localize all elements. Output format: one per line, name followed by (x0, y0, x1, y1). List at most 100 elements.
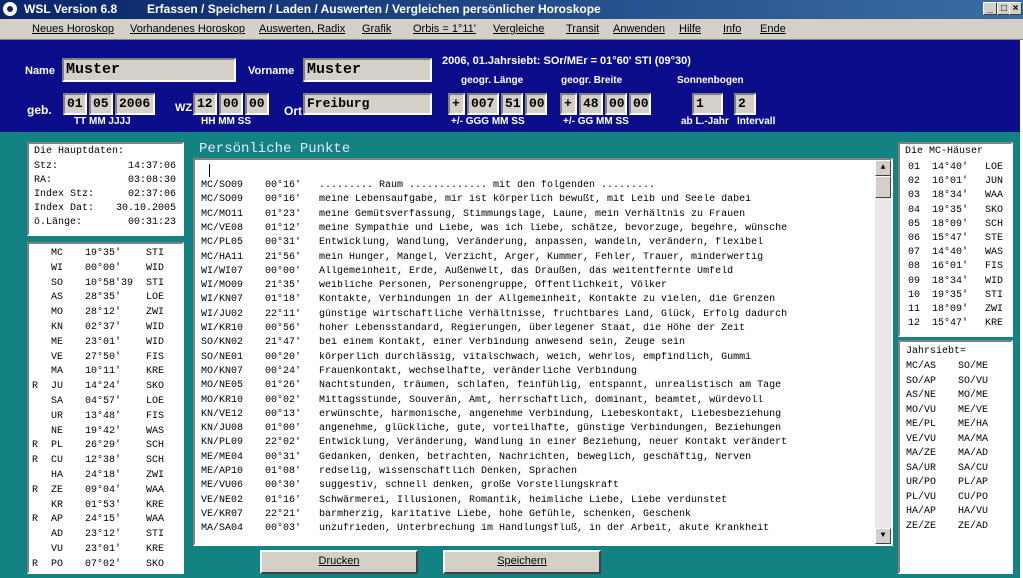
list-item[interactable]: KN/VE12 00°13' erwünschte, harmonische, an… (195, 409, 873, 422)
planet-name: AS (51, 292, 64, 304)
planet-degree: 10°58'39 (85, 277, 134, 289)
point-interpretation: meine Gemütsverfassung, Stimmungslage, L… (319, 208, 746, 220)
planet-degree: 04°57' (85, 396, 122, 407)
menu-hilfe[interactable]: Hilfe (679, 19, 701, 39)
list-item[interactable]: KN/PL09 22°02' Entwicklung, Veränderung, W… (195, 437, 873, 450)
house-number: 03 (908, 190, 921, 202)
sonnenbogen-intervall-field[interactable]: 2 (734, 93, 756, 115)
hauptdaten-label: Index Dat: (34, 203, 95, 214)
planet-sign: FIS (146, 410, 165, 422)
list-item[interactable]: MC/VE08 01°12' meine Sympathie und Liebe, … (195, 223, 873, 236)
menu-vorhandenes-horoskop[interactable]: Vorhandenes Horoskop (130, 19, 245, 39)
geb-day-field[interactable]: 01 (63, 93, 87, 115)
list-item[interactable]: MC/MO11 01°23' meine Gemütsverfassung, Sti… (195, 209, 873, 222)
speichern-button-label: Speichern (497, 555, 547, 567)
sonnenbogen-jahr-field[interactable]: 1 (692, 93, 723, 115)
menu-info[interactable]: Info (723, 19, 741, 39)
list-item[interactable]: SO/NE01 00°20' körperlich durchlässig, vit… (195, 352, 873, 365)
planet-name: VE (51, 351, 64, 363)
hauptdaten-label: Index Stz: (34, 189, 95, 200)
point-combination: VE/NE02 (201, 494, 244, 506)
sonnenbogen-intervall-hint: Intervall (737, 116, 776, 127)
ort-field[interactable]: Freiburg (303, 93, 432, 115)
app-icon[interactable] (3, 2, 17, 16)
jahrsiebt-pair-right: SO/ME (958, 361, 989, 372)
point-interpretation: bei einem Kontakt, einer Verbindung anwe… (319, 337, 686, 349)
planet-row: KN 02°37' WID (29, 322, 179, 335)
point-combination: WI/KR10 (201, 323, 244, 334)
list-item[interactable]: ME/AP10 01°08' redselig, wissenschaftlich … (195, 466, 873, 479)
list-item[interactable]: ME/ME04 00°31' Gedanken, denken, betrachte… (195, 452, 873, 465)
list-item[interactable]: MA/SA04 00°03' unzufrieden, Unterbrechung … (195, 523, 873, 536)
menu-auswerten-radix[interactable]: Auswerten, Radix (259, 19, 345, 39)
breite-second-field[interactable]: 00 (629, 93, 651, 115)
menu-transit[interactable]: Transit (566, 19, 599, 39)
menu-orbis[interactable]: Orbis = 1°11' (413, 19, 476, 39)
drucken-button[interactable]: Drucken (260, 550, 418, 574)
wz-minute-field[interactable]: 00 (219, 93, 243, 115)
point-interpretation: günstige wirtschaftliche Verhältnisse, f… (319, 308, 788, 320)
planet-degree: 01°53' (85, 499, 122, 511)
list-item[interactable]: MO/KR10 00°02' Mittagsstunde, Souverän, Am… (195, 395, 873, 408)
point-orb: 01°23' (265, 208, 302, 220)
house-degree: 18°34' (932, 275, 969, 287)
point-interpretation: Entwicklung, Wandlung, Veränderung, anpa… (319, 237, 764, 249)
list-item[interactable]: KN/JU08 01°00' angenehme, glückliche, gute… (195, 423, 873, 436)
laenge-minute-field[interactable]: 51 (501, 93, 523, 115)
point-interpretation: angenehme, glückliche, gute, vorteilhaft… (319, 423, 782, 435)
breite-minute-field[interactable]: 00 (605, 93, 627, 115)
laenge-label: geogr. Länge (461, 75, 524, 86)
house-degree: 15°47' (932, 318, 969, 330)
geb-month-field[interactable]: 05 (89, 93, 113, 115)
list-item[interactable]: MC/SO09 00°16' ......... Raum ............… (195, 180, 873, 193)
menu-grafik[interactable]: Grafik (362, 19, 391, 39)
list-item[interactable]: SO/KN02 21°47' bei einem Kontakt, einer Ve… (195, 337, 873, 350)
list-item[interactable]: MO/NE05 01°26' Nachtstunden, träumen, schl… (195, 380, 873, 393)
list-item[interactable]: MC/PL05 00°31' Entwicklung, Wandlung, Verä… (195, 237, 873, 250)
breite-sign-field[interactable]: + (560, 93, 577, 115)
speichern-button[interactable]: Speichern (443, 550, 601, 574)
list-item[interactable]: WI/KN07 01°18' Kontakte, Verbindungen in d… (195, 294, 873, 307)
planet-name: MC (51, 248, 64, 259)
house-sign: SCH (985, 218, 1004, 230)
list-item[interactable]: WI/JU02 22°11' günstige wirtschaftliche Ve… (195, 309, 873, 322)
planet-positions-panel: MC 19°35' STI WI 00°00' WID SO 10°58'39 STI AS 28°… (27, 242, 184, 574)
minimize-button[interactable]: _ (983, 2, 997, 15)
point-combination: MC/MO11 (201, 208, 244, 220)
point-orb: 00°24' (265, 365, 302, 377)
list-item[interactable]: WI/WI07 00°00' Allgemeinheit, Erde, Außenw… (195, 266, 873, 279)
breite-degree-field[interactable]: 48 (579, 93, 603, 115)
laenge-degree-field[interactable]: 007 (467, 93, 499, 115)
scroll-up-arrow-icon[interactable]: ▲ (875, 160, 891, 176)
planet-sign: WID (146, 336, 165, 348)
menu-anwenden[interactable]: Anwenden (613, 19, 665, 39)
list-item[interactable]: WI/KR10 00°56' hoher Lebensstandard, Regie… (195, 323, 873, 336)
scroll-thumb[interactable] (875, 176, 891, 198)
menu-ende[interactable]: Ende (760, 19, 786, 39)
wz-second-field[interactable]: 00 (245, 93, 269, 115)
wz-hour-field[interactable]: 12 (193, 93, 217, 115)
planet-sign: LOE (146, 396, 165, 407)
list-item[interactable]: MO/KN07 00°24' Frauenkontakt, wechselhafte… (195, 366, 873, 379)
list-item[interactable]: MC/SO09 00°16' meine Lebensaufgabe, mir is… (195, 194, 873, 207)
hauptdaten-label: Stz: (34, 161, 59, 172)
list-item[interactable]: WI/MO09 21°35' weibliche Personen, Persone… (195, 280, 873, 293)
menu-neues-horoskop[interactable]: Neues Horoskop (32, 19, 114, 39)
list-item[interactable]: VE/NE02 01°16' Schwärmerei, Illusionen, Ro… (195, 495, 873, 508)
list-item[interactable]: VE/KR07 22°21' barmherzig, karitative Lieb… (195, 509, 873, 522)
scroll-down-arrow-icon[interactable]: ▼ (875, 528, 891, 544)
close-button[interactable]: × (1009, 2, 1022, 15)
point-combination: WI/MO09 (201, 280, 244, 292)
vertical-scrollbar[interactable]: ▲ ▼ (875, 160, 891, 544)
list-item[interactable]: ME/VU06 00°30' suggestiv, schnell denken, … (195, 480, 873, 493)
vorname-field[interactable]: Muster (303, 58, 432, 82)
name-field[interactable]: Muster (62, 58, 236, 82)
planet-name: VU (51, 544, 64, 555)
planet-degree: 26°29' (85, 440, 122, 452)
geb-year-field[interactable]: 2006 (115, 93, 155, 115)
menu-vergleiche[interactable]: Vergleiche (493, 19, 544, 39)
point-orb: 01°18' (265, 294, 302, 306)
laenge-sign-field[interactable]: + (448, 93, 465, 115)
list-item[interactable]: MC/HA11 21°56' mein Hunger, Mangel, Verzic… (195, 252, 873, 265)
laenge-second-field[interactable]: 00 (525, 93, 547, 115)
